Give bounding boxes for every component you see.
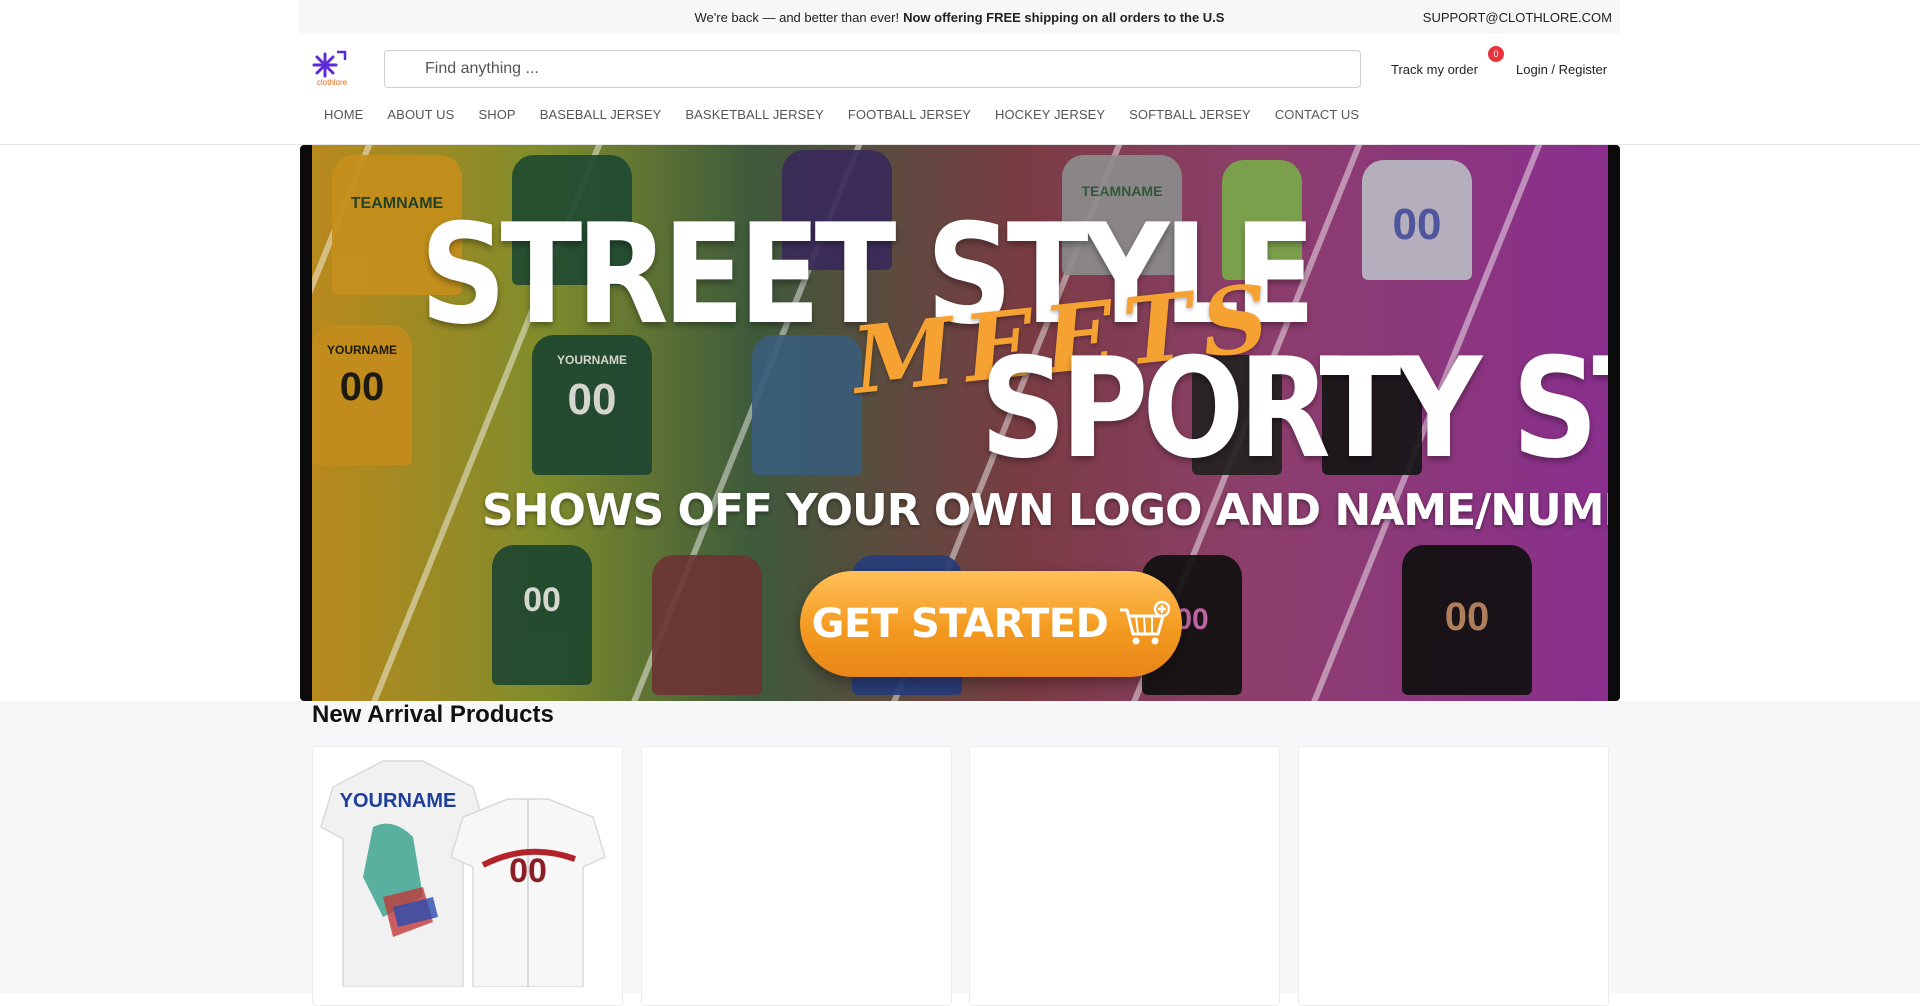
nav-item-contact-us[interactable]: CONTACT US (1275, 107, 1359, 122)
search-box (384, 50, 1361, 88)
hero-headline-2: SPORTY STYLE (980, 329, 1608, 490)
nav-item-about-us[interactable]: ABOUT US (387, 107, 454, 122)
announcement-bar-wrapper: We're back — and better than ever! Now o… (0, 0, 1920, 34)
search-icon[interactable] (399, 61, 415, 77)
jersey-image (752, 335, 862, 475)
track-order-link[interactable]: Track my order (1391, 62, 1478, 77)
nav-item-home[interactable]: HOME (324, 107, 363, 122)
product-card[interactable] (1298, 746, 1609, 1006)
announcement-bar: We're back — and better than ever! Now o… (299, 0, 1620, 34)
search-input[interactable] (425, 51, 1345, 87)
nav-item-baseball-jersey[interactable]: BASEBALL JERSEY (540, 107, 662, 122)
jersey-image: 00 (492, 545, 592, 685)
brand-logo[interactable]: clothlore (311, 48, 353, 92)
product-image-name: YOURNAME (340, 790, 457, 812)
main-nav: HOME ABOUT US SHOP BASEBALL JERSEY BASKE… (324, 107, 1383, 122)
site-header: clothlore Track my order 0 Login / Regis… (0, 34, 1920, 145)
hero-subtitle: SHOWS OFF YOUR OWN LOGO AND NAME/NUMBER (482, 485, 1608, 536)
logo-wordmark: clothlore (316, 78, 348, 87)
nav-item-shop[interactable]: SHOP (478, 107, 515, 122)
announcement-highlight: Now offering FREE shipping on all orders… (903, 9, 1225, 25)
logo-mark-icon (312, 50, 347, 78)
hero-banner[interactable]: TEAMNAME YOURNAME 00 YOURNAME 00 00 TEAM… (300, 145, 1620, 701)
product-card[interactable] (969, 746, 1280, 1006)
shopping-cart-icon (1120, 600, 1171, 645)
product-image-number: 00 (509, 852, 547, 890)
cart-count-badge[interactable]: 0 (1488, 46, 1504, 62)
login-register-link[interactable]: Login / Register (1516, 62, 1607, 77)
product-card[interactable]: YOURNAME 00 (312, 746, 623, 1006)
nav-item-softball-jersey[interactable]: SOFTBALL JERSEY (1129, 107, 1251, 122)
jersey-image: 00 (1402, 545, 1532, 695)
announcement-text: We're back — and better than ever! (694, 9, 900, 25)
products-section (0, 701, 1920, 993)
get-started-button[interactable]: GET STARTED (800, 571, 1182, 677)
product-image: YOURNAME 00 (320, 760, 606, 988)
hero-image: TEAMNAME YOURNAME 00 YOURNAME 00 00 TEAM… (312, 145, 1608, 701)
product-card[interactable] (641, 746, 952, 1006)
nav-item-football-jersey[interactable]: FOOTBALL JERSEY (848, 107, 971, 122)
get-started-label: GET STARTED (811, 601, 1109, 647)
jersey-image (652, 555, 762, 695)
jersey-image: YOURNAME 00 (532, 335, 652, 475)
jersey-image: YOURNAME 00 (312, 325, 412, 465)
section-title: New Arrival Products (312, 701, 554, 728)
jersey-image: 00 (1362, 160, 1472, 280)
nav-item-hockey-jersey[interactable]: HOCKEY JERSEY (995, 107, 1105, 122)
support-email-link[interactable]: SUPPORT@CLOTHLORE.COM (1423, 10, 1612, 25)
nav-item-basketball-jersey[interactable]: BASKETBALL JERSEY (685, 107, 824, 122)
